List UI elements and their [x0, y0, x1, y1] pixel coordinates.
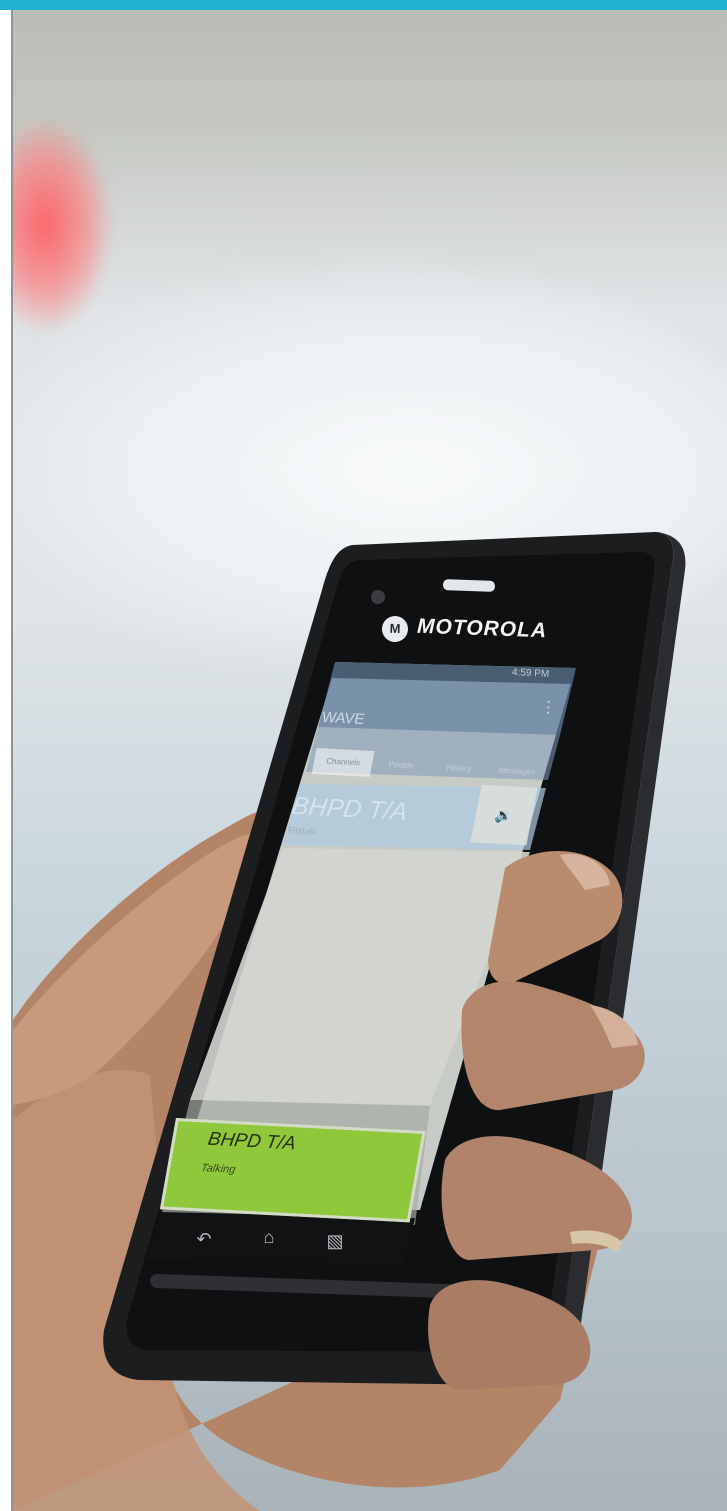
left-page-margin — [0, 10, 11, 1511]
screen-navbar — [146, 1212, 415, 1265]
hand-phone-illustration — [13, 532, 686, 1511]
front-camera-icon — [371, 590, 385, 604]
screen-tabbar — [306, 727, 560, 780]
screen-bottom-bar — [160, 1100, 430, 1225]
earpiece-speaker — [442, 579, 495, 592]
screen-channel-row — [283, 784, 546, 850]
left-divider-rule — [11, 10, 13, 1511]
top-accent-bar — [0, 0, 727, 10]
photo-stage: M MOTOROLA 4:59 PM WAVE ⋮ Channels Peopl… — [0, 0, 727, 1511]
hand-and-phone — [0, 0, 727, 1511]
